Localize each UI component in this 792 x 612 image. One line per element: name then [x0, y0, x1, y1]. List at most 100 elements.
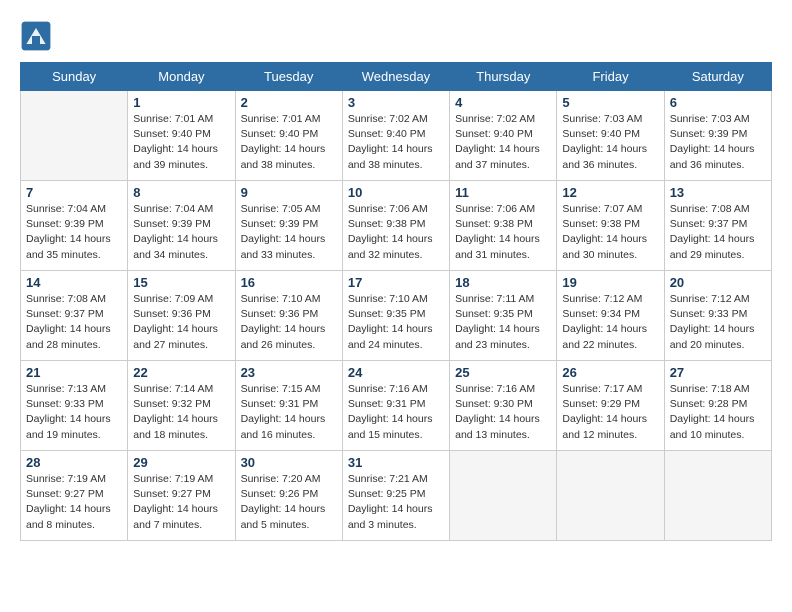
- day-number: 14: [26, 275, 122, 290]
- calendar-cell: 11 Sunrise: 7:06 AM Sunset: 9:38 PM Dayli…: [450, 181, 557, 271]
- cell-info: Sunrise: 7:04 AM Sunset: 9:39 PM Dayligh…: [133, 202, 229, 263]
- day-number: 5: [562, 95, 658, 110]
- day-number: 3: [348, 95, 444, 110]
- day-number: 18: [455, 275, 551, 290]
- cell-info: Sunrise: 7:01 AM Sunset: 9:40 PM Dayligh…: [133, 112, 229, 173]
- calendar-cell: 5 Sunrise: 7:03 AM Sunset: 9:40 PM Daylig…: [557, 91, 664, 181]
- calendar-cell: 26Sunrise: 7:17 AM Sunset: 9:29 PM Dayli…: [557, 361, 664, 451]
- day-header-tuesday: Tuesday: [235, 63, 342, 91]
- calendar-cell: 14 Sunrise: 7:08 AM Sunset: 9:37 PM Dayli…: [21, 271, 128, 361]
- cell-info: Sunrise: 7:19 AM Sunset: 9:27 PM Dayligh…: [26, 472, 122, 533]
- cell-info: Sunrise: 7:08 AM Sunset: 9:37 PM Dayligh…: [670, 202, 766, 263]
- day-number: 26: [562, 365, 658, 380]
- calendar-cell: 29Sunrise: 7:19 AM Sunset: 9:27 PM Dayli…: [128, 451, 235, 541]
- cell-info: Sunrise: 7:08 AM Sunset: 9:37 PM Dayligh…: [26, 292, 122, 353]
- cell-info: Sunrise: 7:16 AM Sunset: 9:31 PM Dayligh…: [348, 382, 444, 443]
- day-number: 10: [348, 185, 444, 200]
- cell-info: Sunrise: 7:05 AM Sunset: 9:39 PM Dayligh…: [241, 202, 337, 263]
- cell-info: Sunrise: 7:20 AM Sunset: 9:26 PM Dayligh…: [241, 472, 337, 533]
- day-number: 7: [26, 185, 122, 200]
- day-header-friday: Friday: [557, 63, 664, 91]
- calendar-cell: 7 Sunrise: 7:04 AM Sunset: 9:39 PM Daylig…: [21, 181, 128, 271]
- calendar-cell: 8 Sunrise: 7:04 AM Sunset: 9:39 PM Daylig…: [128, 181, 235, 271]
- day-number: 30: [241, 455, 337, 470]
- day-header-saturday: Saturday: [664, 63, 771, 91]
- cell-info: Sunrise: 7:03 AM Sunset: 9:40 PM Dayligh…: [562, 112, 658, 173]
- week-row-3: 14 Sunrise: 7:08 AM Sunset: 9:37 PM Dayli…: [21, 271, 772, 361]
- calendar-body: 1 Sunrise: 7:01 AM Sunset: 9:40 PM Daylig…: [21, 91, 772, 541]
- day-number: 20: [670, 275, 766, 290]
- cell-info: Sunrise: 7:13 AM Sunset: 9:33 PM Dayligh…: [26, 382, 122, 443]
- calendar-cell: [450, 451, 557, 541]
- calendar-cell: 16Sunrise: 7:10 AM Sunset: 9:36 PM Dayli…: [235, 271, 342, 361]
- cell-info: Sunrise: 7:03 AM Sunset: 9:39 PM Dayligh…: [670, 112, 766, 173]
- day-number: 2: [241, 95, 337, 110]
- calendar-cell: 2 Sunrise: 7:01 AM Sunset: 9:40 PM Daylig…: [235, 91, 342, 181]
- day-number: 29: [133, 455, 229, 470]
- day-number: 12: [562, 185, 658, 200]
- cell-info: Sunrise: 7:02 AM Sunset: 9:40 PM Dayligh…: [455, 112, 551, 173]
- logo-icon: [20, 20, 52, 52]
- calendar-cell: 4 Sunrise: 7:02 AM Sunset: 9:40 PM Daylig…: [450, 91, 557, 181]
- day-number: 6: [670, 95, 766, 110]
- cell-info: Sunrise: 7:15 AM Sunset: 9:31 PM Dayligh…: [241, 382, 337, 443]
- logo: [20, 20, 56, 52]
- day-number: 4: [455, 95, 551, 110]
- week-row-1: 1 Sunrise: 7:01 AM Sunset: 9:40 PM Daylig…: [21, 91, 772, 181]
- day-number: 1: [133, 95, 229, 110]
- calendar-cell: 25Sunrise: 7:16 AM Sunset: 9:30 PM Dayli…: [450, 361, 557, 451]
- day-number: 19: [562, 275, 658, 290]
- day-number: 31: [348, 455, 444, 470]
- day-number: 15: [133, 275, 229, 290]
- calendar-cell: 21 Sunrise: 7:13 AM Sunset: 9:33 PM Dayli…: [21, 361, 128, 451]
- week-row-2: 7 Sunrise: 7:04 AM Sunset: 9:39 PM Daylig…: [21, 181, 772, 271]
- cell-info: Sunrise: 7:10 AM Sunset: 9:35 PM Dayligh…: [348, 292, 444, 353]
- day-number: 8: [133, 185, 229, 200]
- calendar-cell: 13Sunrise: 7:08 AM Sunset: 9:37 PM Dayli…: [664, 181, 771, 271]
- calendar-header-row: SundayMondayTuesdayWednesdayThursdayFrid…: [21, 63, 772, 91]
- cell-info: Sunrise: 7:06 AM Sunset: 9:38 PM Dayligh…: [348, 202, 444, 263]
- day-number: 25: [455, 365, 551, 380]
- day-number: 9: [241, 185, 337, 200]
- calendar-cell: 28 Sunrise: 7:19 AM Sunset: 9:27 PM Dayli…: [21, 451, 128, 541]
- cell-info: Sunrise: 7:01 AM Sunset: 9:40 PM Dayligh…: [241, 112, 337, 173]
- cell-info: Sunrise: 7:09 AM Sunset: 9:36 PM Dayligh…: [133, 292, 229, 353]
- calendar-cell: 3Sunrise: 7:02 AM Sunset: 9:40 PM Daylig…: [342, 91, 449, 181]
- day-header-thursday: Thursday: [450, 63, 557, 91]
- cell-info: Sunrise: 7:12 AM Sunset: 9:34 PM Dayligh…: [562, 292, 658, 353]
- cell-info: Sunrise: 7:04 AM Sunset: 9:39 PM Dayligh…: [26, 202, 122, 263]
- week-row-4: 21 Sunrise: 7:13 AM Sunset: 9:33 PM Dayli…: [21, 361, 772, 451]
- calendar-cell: 27Sunrise: 7:18 AM Sunset: 9:28 PM Dayli…: [664, 361, 771, 451]
- day-number: 23: [241, 365, 337, 380]
- day-number: 24: [348, 365, 444, 380]
- cell-info: Sunrise: 7:06 AM Sunset: 9:38 PM Dayligh…: [455, 202, 551, 263]
- calendar-cell: 15 Sunrise: 7:09 AM Sunset: 9:36 PM Dayli…: [128, 271, 235, 361]
- calendar-cell: [664, 451, 771, 541]
- calendar-cell: 31 Sunrise: 7:21 AM Sunset: 9:25 PM Dayli…: [342, 451, 449, 541]
- day-number: 21: [26, 365, 122, 380]
- calendar-cell: 9 Sunrise: 7:05 AM Sunset: 9:39 PM Daylig…: [235, 181, 342, 271]
- cell-info: Sunrise: 7:11 AM Sunset: 9:35 PM Dayligh…: [455, 292, 551, 353]
- cell-info: Sunrise: 7:12 AM Sunset: 9:33 PM Dayligh…: [670, 292, 766, 353]
- cell-info: Sunrise: 7:07 AM Sunset: 9:38 PM Dayligh…: [562, 202, 658, 263]
- day-number: 17: [348, 275, 444, 290]
- day-header-wednesday: Wednesday: [342, 63, 449, 91]
- calendar-cell: 22 Sunrise: 7:14 AM Sunset: 9:32 PM Dayli…: [128, 361, 235, 451]
- day-number: 16: [241, 275, 337, 290]
- calendar-cell: 24 Sunrise: 7:16 AM Sunset: 9:31 PM Dayli…: [342, 361, 449, 451]
- page-header: [20, 20, 772, 52]
- calendar-cell: 20 Sunrise: 7:12 AM Sunset: 9:33 PM Dayli…: [664, 271, 771, 361]
- calendar-cell: 17 Sunrise: 7:10 AM Sunset: 9:35 PM Dayli…: [342, 271, 449, 361]
- cell-info: Sunrise: 7:14 AM Sunset: 9:32 PM Dayligh…: [133, 382, 229, 443]
- calendar-cell: 23 Sunrise: 7:15 AM Sunset: 9:31 PM Dayli…: [235, 361, 342, 451]
- day-number: 28: [26, 455, 122, 470]
- day-number: 22: [133, 365, 229, 380]
- calendar-cell: 10 Sunrise: 7:06 AM Sunset: 9:38 PM Dayli…: [342, 181, 449, 271]
- day-number: 11: [455, 185, 551, 200]
- calendar-cell: 6 Sunrise: 7:03 AM Sunset: 9:39 PM Daylig…: [664, 91, 771, 181]
- calendar-cell: 12 Sunrise: 7:07 AM Sunset: 9:38 PM Dayli…: [557, 181, 664, 271]
- day-header-sunday: Sunday: [21, 63, 128, 91]
- calendar-cell: [557, 451, 664, 541]
- cell-info: Sunrise: 7:21 AM Sunset: 9:25 PM Dayligh…: [348, 472, 444, 533]
- calendar-cell: [21, 91, 128, 181]
